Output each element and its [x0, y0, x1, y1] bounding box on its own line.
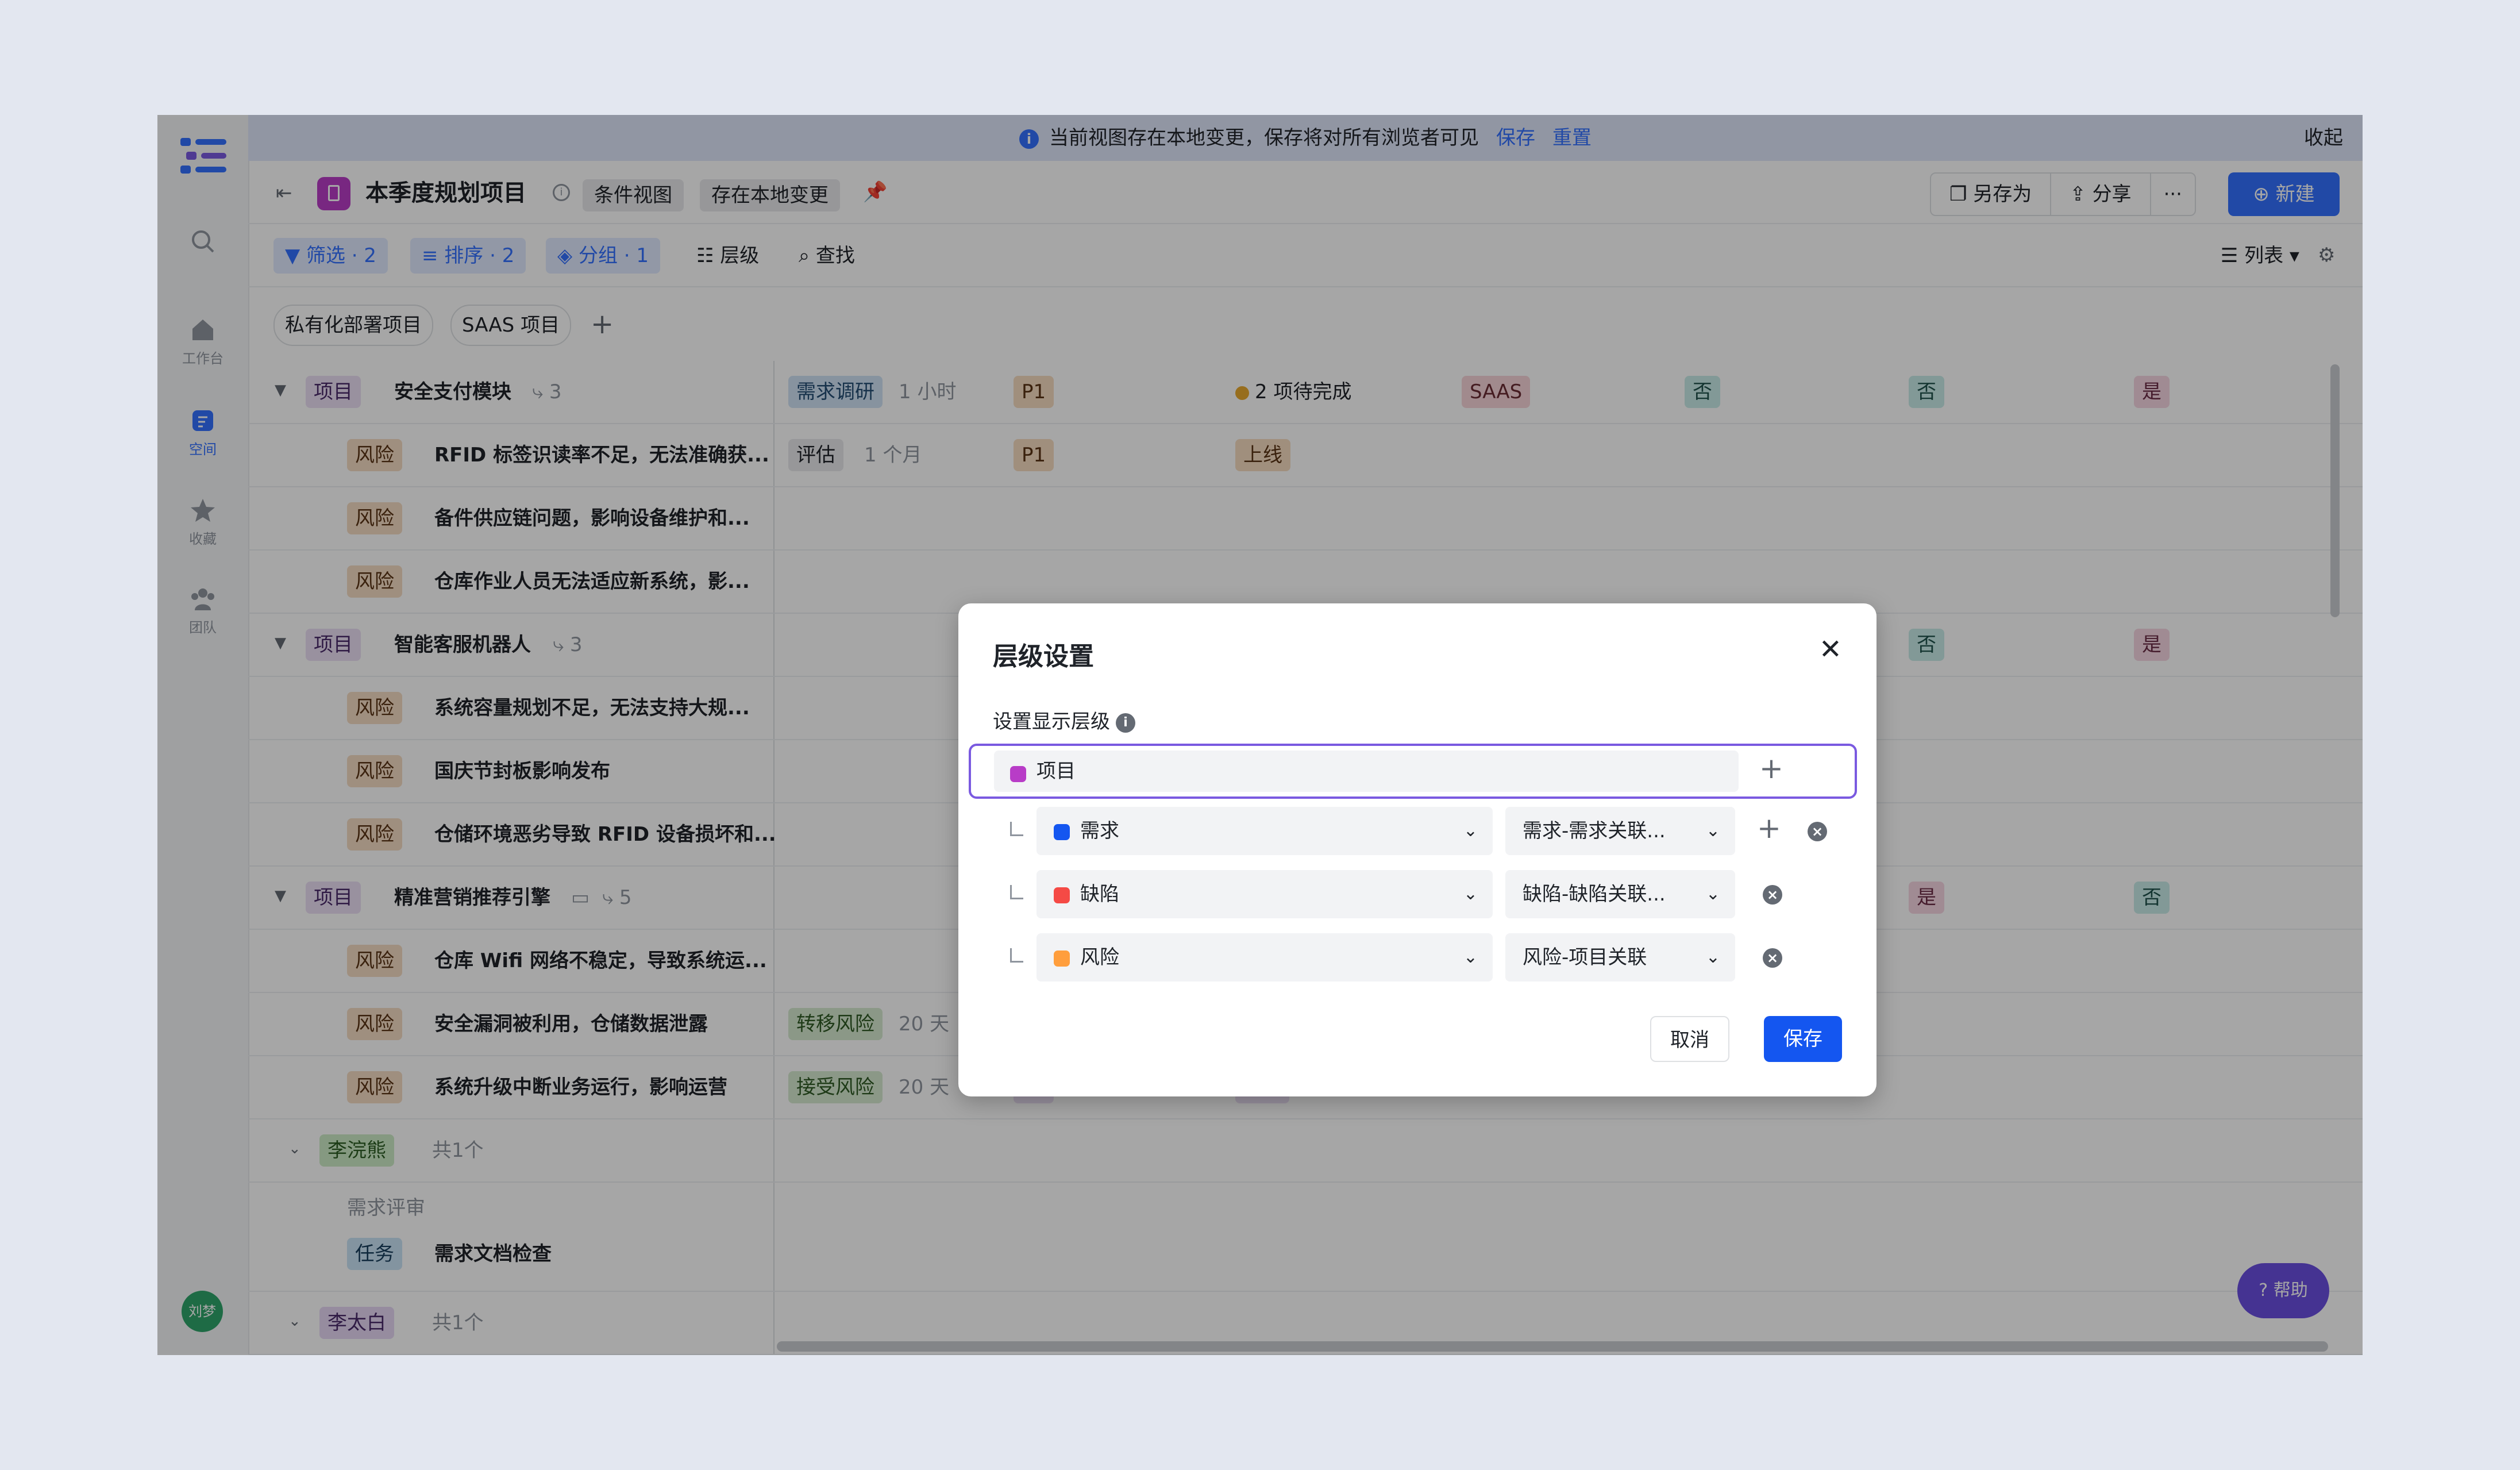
help-info-icon[interactable]: i [1116, 713, 1135, 733]
relation-label: 需求-需求关联... [1523, 819, 1666, 842]
add-sublevel-icon[interactable]: + [1757, 811, 1781, 845]
relation-select[interactable]: 风险-项目关联 ⌄ [1505, 933, 1735, 982]
remove-level-icon[interactable]: × [1808, 822, 1827, 841]
level-type-select[interactable]: 需求 ⌄ [1036, 807, 1493, 855]
chevron-down-icon: ⌄ [1463, 947, 1478, 967]
close-icon[interactable]: ✕ [1819, 633, 1842, 665]
root-level-label: 项目 [1036, 760, 1076, 783]
level-label: 风险 [1080, 946, 1119, 969]
dialog-subtitle: 设置显示层级 i [993, 706, 1135, 734]
save-button[interactable]: 保存 [1764, 1016, 1842, 1062]
level-color-swatch [1054, 950, 1070, 967]
chevron-down-icon: ⌄ [1463, 884, 1478, 904]
relation-label: 风险-项目关联 [1523, 946, 1647, 969]
root-level-row: 项目 + [969, 744, 1857, 799]
tree-connector [1010, 948, 1023, 963]
root-color-swatch [1010, 765, 1026, 782]
level-label: 缺陷 [1080, 883, 1119, 906]
subtitle-text: 设置显示层级 [993, 710, 1110, 733]
add-level-icon[interactable]: + [1759, 752, 1783, 785]
chevron-down-icon: ⌄ [1705, 821, 1720, 841]
relation-select[interactable]: 缺陷-缺陷关联... ⌄ [1505, 870, 1735, 918]
cancel-button[interactable]: 取消 [1650, 1016, 1729, 1062]
level-type-select[interactable]: 风险 ⌄ [1036, 933, 1493, 982]
tree-connector [1010, 822, 1023, 836]
chevron-down-icon: ⌄ [1463, 821, 1478, 841]
relation-label: 缺陷-缺陷关联... [1523, 883, 1666, 906]
level-color-swatch [1054, 823, 1070, 840]
level-label: 需求 [1080, 819, 1119, 842]
remove-level-icon[interactable]: × [1763, 885, 1782, 905]
level-settings-dialog: 层级设置 ✕ 设置显示层级 i 项目 + 需求 ⌄ 需求-需求关联... ⌄ + … [958, 603, 1876, 1096]
relation-select[interactable]: 需求-需求关联... ⌄ [1505, 807, 1735, 855]
level-color-swatch [1054, 887, 1070, 903]
root-level-field[interactable]: 项目 [994, 751, 1739, 792]
level-type-select[interactable]: 缺陷 ⌄ [1036, 870, 1493, 918]
dialog-title: 层级设置 [993, 642, 1094, 671]
tree-connector [1010, 885, 1023, 899]
remove-level-icon[interactable]: × [1763, 948, 1782, 968]
chevron-down-icon: ⌄ [1705, 884, 1720, 904]
app-window: 工作台 空间 收藏 团队 刘梦 i 当前视图存在本地变更，保存将对所有浏览者可见保… [157, 115, 2363, 1355]
chevron-down-icon: ⌄ [1705, 947, 1720, 967]
